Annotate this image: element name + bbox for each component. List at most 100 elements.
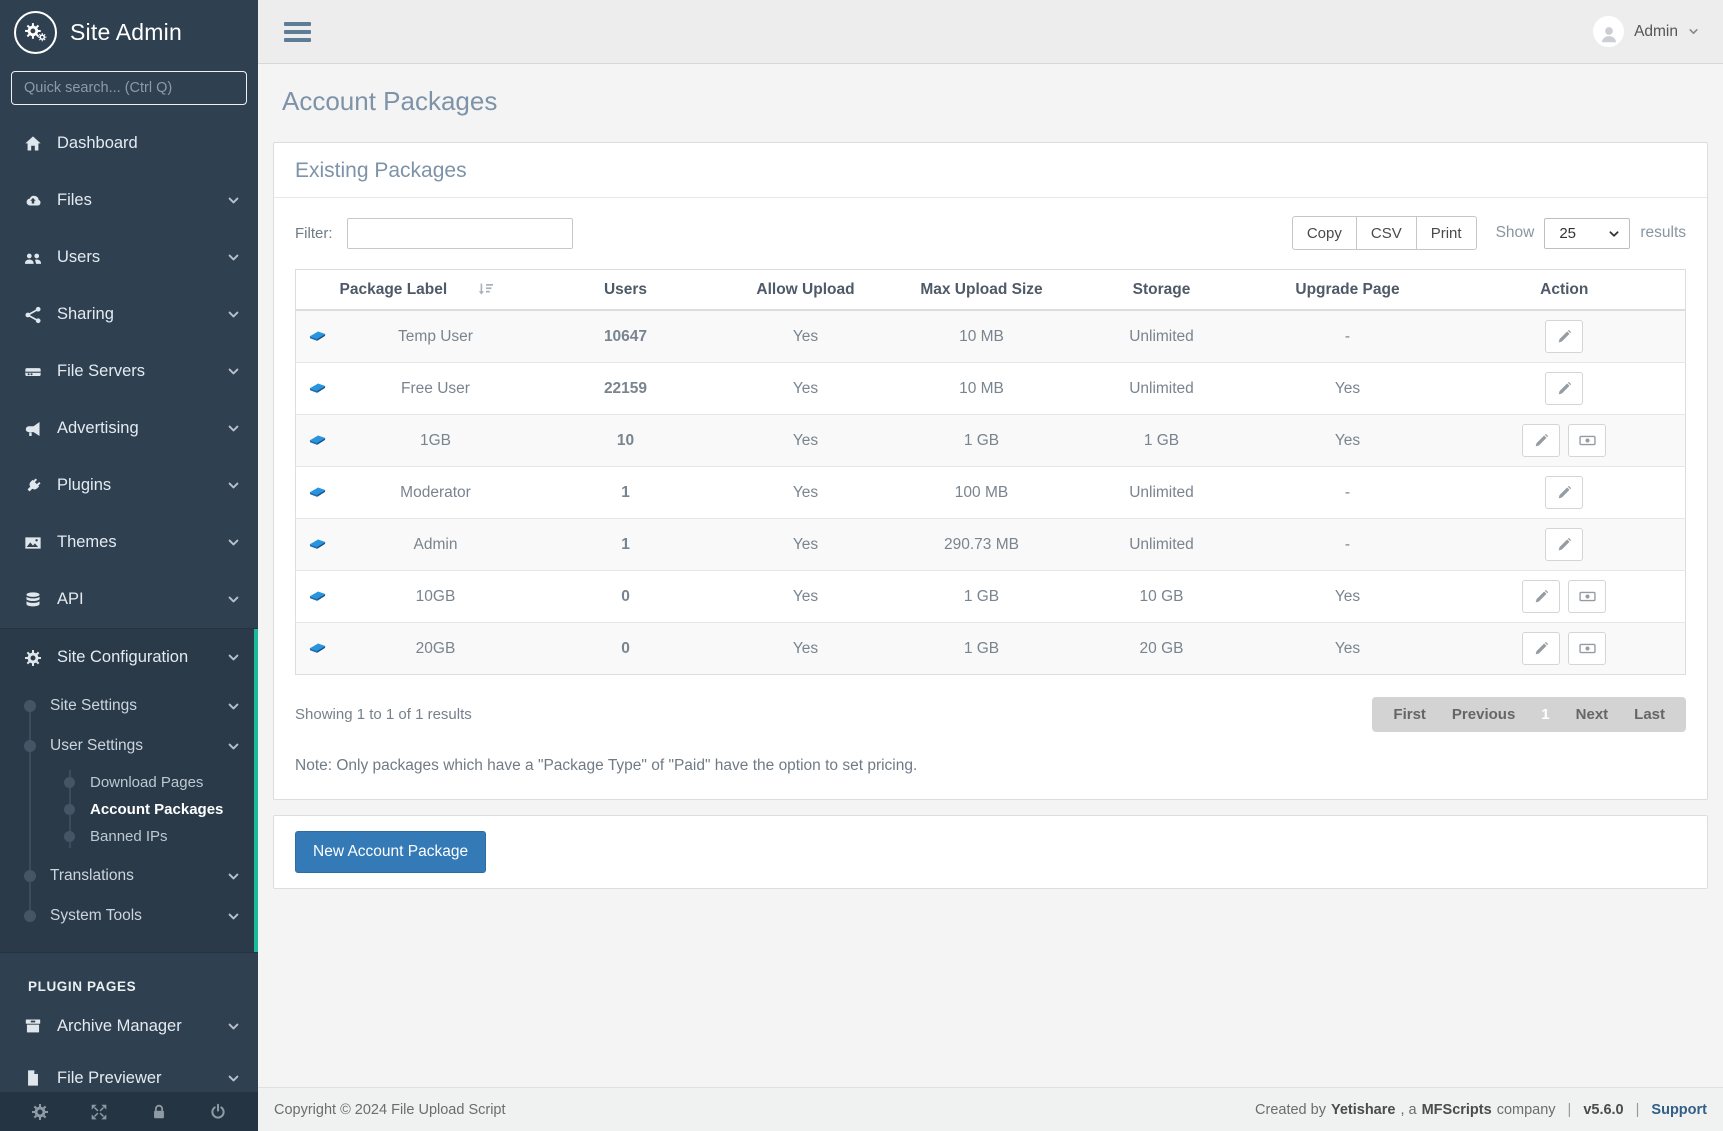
pagination-last[interactable]: Last [1621, 706, 1678, 723]
sort-icon[interactable] [477, 282, 494, 297]
share-icon [21, 306, 44, 324]
table-row: 1GB 10 Yes 1 GB 1 GB Yes [296, 415, 1686, 467]
sidebar-item-file-servers[interactable]: File Servers [0, 343, 258, 400]
sidebar-item-sharing[interactable]: Sharing [0, 286, 258, 343]
sidebar-item-banned-ips[interactable]: Banned IPs [0, 823, 258, 850]
panel-body: Filter: Copy CSV Print Show 25 results [274, 198, 1707, 799]
edit-package-button[interactable] [1522, 424, 1560, 457]
sidebar-item-site-settings[interactable]: Site Settings [0, 686, 258, 726]
edit-package-button[interactable] [1545, 476, 1583, 509]
company-link[interactable]: MFScripts [1422, 1102, 1492, 1118]
vendor-link[interactable]: Yetishare [1331, 1102, 1396, 1118]
column-header-allow-upload[interactable]: Allow Upload [720, 270, 892, 311]
pagination-page-1[interactable]: 1 [1528, 706, 1562, 723]
column-header-action: Action [1444, 270, 1686, 311]
csv-button[interactable]: CSV [1356, 216, 1417, 250]
sidebar-item-users[interactable]: Users [0, 229, 258, 286]
pricing-button[interactable] [1568, 424, 1606, 457]
site-configuration-section: Site Configuration Site Settings User Se… [0, 628, 258, 953]
table-row: Admin 1 Yes 290.73 MB Unlimited - [296, 519, 1686, 571]
user-menu[interactable]: Admin [1593, 16, 1699, 47]
bullet-dot [24, 870, 36, 882]
pagination-previous[interactable]: Previous [1439, 706, 1528, 723]
brand-title: Site Admin [70, 19, 182, 46]
sidebar-item-user-settings[interactable]: User Settings [0, 726, 258, 766]
quick-search-input[interactable] [11, 71, 247, 105]
file-icon [21, 1069, 44, 1087]
sidebar-item-archive-manager[interactable]: Archive Manager [0, 1000, 258, 1052]
edit-package-button[interactable] [1522, 632, 1560, 665]
support-link[interactable]: Support [1651, 1102, 1707, 1118]
edit-package-button[interactable] [1545, 528, 1583, 561]
pagination: First Previous 1 Next Last [1372, 697, 1686, 732]
table-row: 10GB 0 Yes 1 GB 10 GB Yes [296, 571, 1686, 623]
table-footer: Showing 1 to 1 of 1 results First Previo… [295, 697, 1686, 732]
export-button-group: Copy CSV Print [1292, 216, 1477, 250]
sidebar-item-dashboard[interactable]: Dashboard [0, 115, 258, 172]
sidebar-item-site-configuration[interactable]: Site Configuration [0, 629, 258, 686]
plug-icon [21, 477, 44, 495]
new-account-package-button[interactable]: New Account Package [295, 831, 486, 873]
table-controls: Filter: Copy CSV Print Show 25 results [295, 216, 1686, 250]
edit-package-button[interactable] [1545, 372, 1583, 405]
edit-package-button[interactable] [1522, 580, 1560, 613]
lock-icon[interactable] [150, 1103, 168, 1121]
chevron-down-icon [227, 700, 240, 713]
existing-packages-panel: Existing Packages Filter: Copy CSV Print… [273, 142, 1708, 800]
expand-icon[interactable] [90, 1103, 108, 1121]
sidebar-item-advertising[interactable]: Advertising [0, 400, 258, 457]
package-icon [309, 639, 326, 654]
package-icon [309, 379, 326, 394]
edit-package-button[interactable] [1545, 320, 1583, 353]
package-icon [309, 431, 326, 446]
sidebar-item-account-packages[interactable]: Account Packages [0, 796, 258, 823]
pricing-button[interactable] [1568, 632, 1606, 665]
sidebar-item-plugins[interactable]: Plugins [0, 457, 258, 514]
main-area: Admin Account Packages Existing Packages… [258, 0, 1723, 1131]
sidebar-item-files[interactable]: Files [0, 172, 258, 229]
chevron-down-icon [227, 870, 240, 883]
column-header-storage[interactable]: Storage [1072, 270, 1252, 311]
settings-gear-icon[interactable] [31, 1103, 49, 1121]
table-row: Temp User 10647 Yes 10 MB Unlimited - [296, 310, 1686, 363]
gear-icon [21, 649, 44, 667]
new-package-panel: New Account Package [273, 815, 1708, 889]
brand[interactable]: Site Admin [0, 0, 258, 64]
avatar [1593, 16, 1624, 47]
menu-icon[interactable] [282, 18, 313, 46]
sidebar-item-themes[interactable]: Themes [0, 514, 258, 571]
sidebar-item-translations[interactable]: Translations [0, 856, 258, 896]
filter-input[interactable] [347, 218, 573, 249]
home-icon [21, 135, 44, 153]
chevron-down-icon [227, 1072, 240, 1085]
sidebar-item-system-tools[interactable]: System Tools [0, 896, 258, 936]
chevron-down-icon [227, 536, 240, 549]
gears-logo-icon [14, 11, 57, 54]
sidebar-item-api[interactable]: API [0, 571, 258, 628]
column-header-max-upload-size[interactable]: Max Upload Size [892, 270, 1072, 311]
users-icon [21, 249, 44, 267]
pagination-next[interactable]: Next [1563, 706, 1622, 723]
column-header-package-label[interactable]: Package Label [340, 270, 532, 311]
page-title: Account Packages [282, 86, 1723, 117]
image-icon [21, 534, 44, 552]
copy-button[interactable]: Copy [1292, 216, 1357, 250]
bullet-dot [64, 777, 75, 788]
chevron-down-icon [227, 593, 240, 606]
pagination-first[interactable]: First [1380, 706, 1439, 723]
sidebar-search [11, 71, 247, 105]
sidebar-nav: Dashboard Files Users Sharing File Serve… [0, 115, 258, 1104]
site-configuration-submenu: Site Settings User Settings Download Pag… [0, 686, 258, 936]
pricing-button[interactable] [1568, 580, 1606, 613]
sidebar-item-download-pages[interactable]: Download Pages [0, 769, 258, 796]
print-button[interactable]: Print [1416, 216, 1477, 250]
show-results-select[interactable]: 25 [1545, 219, 1629, 248]
chevron-down-icon [227, 1020, 240, 1033]
power-icon[interactable] [209, 1103, 227, 1121]
package-icon [309, 535, 326, 550]
chevron-down-icon [227, 479, 240, 492]
column-header-users[interactable]: Users [532, 270, 720, 311]
topbar: Admin [258, 0, 1723, 64]
column-header-upgrade-page[interactable]: Upgrade Page [1252, 270, 1444, 311]
user-label: Admin [1634, 23, 1678, 41]
